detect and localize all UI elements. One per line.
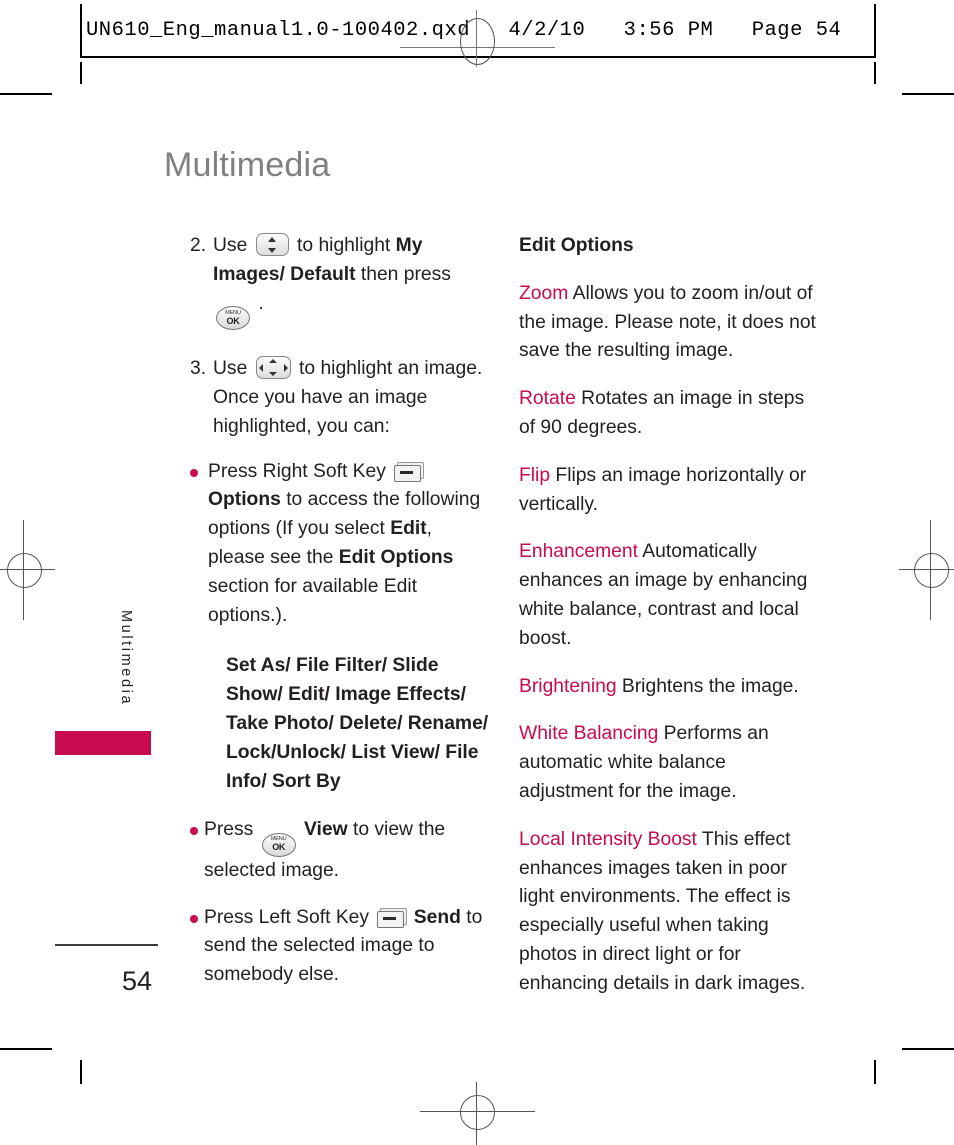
left-column: 2. Use to highlight My Images/ Default th… [190,232,490,1008]
edit-option-term: Local Intensity Boost [519,828,697,850]
edit-option-term: Flip [519,464,551,486]
emphasis-text: Edit Options [338,546,454,568]
edit-option-description: This effect enhances images taken in poo… [519,828,806,994]
edit-option-description: Flips an image horizontally or verticall… [519,464,807,515]
edit-option-term: Enhancement [519,541,638,563]
body-text: . [253,292,264,314]
bullet-dot-icon [190,816,204,885]
bullet-item: Press MENU OK View to view the selected i… [190,816,490,885]
body-text: Use [213,358,253,380]
body-text: section for available Edit options.). [208,575,417,626]
bullet-body: Press Right Soft Key Options to access t… [208,458,490,631]
step-spacer [190,334,490,355]
options-menu-list: Set As/ File Filter/ Slide Show/ Edit/ I… [226,655,489,792]
edit-options-entries: Zoom Allows you to zoom in/out of the im… [519,280,819,999]
body-text: to highlight an image. Once you have an … [213,358,483,437]
edit-option-description: Brightens the image. [616,675,799,697]
body-text: then press [355,263,451,285]
step-body: Use to highlight My Images/ Default then… [213,232,490,331]
edit-option-entry: Enhancement Automatically enhances an im… [519,538,819,653]
footer-rule [55,944,158,946]
side-tab: Multimedia [118,610,134,706]
body-text: Press Left Soft Key [204,906,375,928]
edit-option-entry: Local Intensity Boost This effect enhanc… [519,826,819,999]
menu-ok-key-icon: MENU OK [261,832,296,857]
body-text: Use [213,235,253,256]
step-number: 3. [190,358,207,380]
bullet-body: Press MENU OK View to view the selected i… [204,816,490,885]
bullet-body: Press Left Soft Key Send to send the sel… [204,904,490,990]
manual-page: Multimedia Multimedia 54 2. Use to highli… [0,0,954,1145]
body-text: to highlight [291,235,396,256]
edit-option-entry: Flip Flips an image horizontally or vert… [519,462,819,520]
numbered-step: 3. Use to highlight an image. Once you ha… [190,355,490,441]
body-text: Press [204,819,259,841]
edit-option-term: Zoom [519,282,569,304]
numbered-steps: 2. Use to highlight My Images/ Default th… [190,232,490,442]
bullet-list: Press Right Soft Key Options to access t… [190,458,490,991]
emphasis-text: View [304,819,348,841]
bullet-dot-icon [190,904,204,990]
edit-option-entry: Brightening Brightens the image. [519,673,819,702]
page-title: Multimedia [164,146,331,184]
edit-option-term: Rotate [519,388,576,410]
menu-ok-key-icon: MENU OK [216,306,250,331]
nav-updown-key-icon [255,233,289,256]
page-number: 54 [122,966,153,996]
bullet-dot-icon [190,458,208,631]
nav-4way-key-icon [255,356,291,380]
edit-option-entry: White Balancing Performs an automatic wh… [519,720,819,806]
edit-option-term: Brightening [519,675,617,697]
numbered-step: 2. Use to highlight My Images/ Default th… [190,232,490,331]
edit-options-heading: Edit Options [519,235,634,256]
edit-option-entry: Zoom Allows you to zoom in/out of the im… [519,280,819,366]
side-tab-accent-bar [55,731,151,755]
body-text: Press Right Soft Key [208,460,392,482]
emphasis-text: Options [208,489,281,511]
edit-option-term: White Balancing [519,723,659,745]
emphasis-text: Send [413,906,461,928]
step-body: Use to highlight an image. Once you have… [213,355,490,441]
bullet-item: Press Left Soft Key Send to send the sel… [190,904,490,990]
emphasis-text: Edit [390,518,427,540]
step-number: 2. [190,235,207,256]
soft-key-icon [394,461,425,482]
soft-key-icon [377,907,408,928]
right-column: Edit Options Zoom Allows you to zoom in/… [519,232,819,999]
edit-option-entry: Rotate Rotates an image in steps of 90 d… [519,385,819,443]
side-tab-label: Multimedia [118,610,134,707]
bullet-item: Press Right Soft Key Options to access t… [190,458,490,631]
